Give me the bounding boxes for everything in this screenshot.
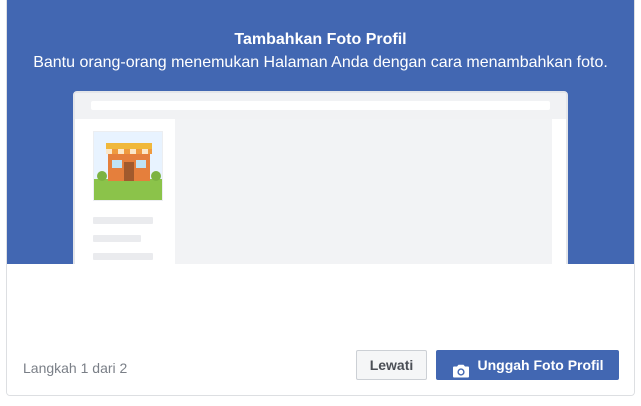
step-indicator: Langkah 1 dari 2 xyxy=(23,360,128,376)
placeholder-line xyxy=(93,253,153,260)
placeholder-line xyxy=(93,235,141,242)
dialog-subtitle: Bantu orang-orang menemukan Halaman Anda… xyxy=(33,54,608,71)
skip-button[interactable]: Lewati xyxy=(356,350,427,380)
storefront-icon xyxy=(93,131,163,201)
preview-cover-area xyxy=(175,119,552,265)
camera-icon xyxy=(452,358,470,378)
add-profile-photo-dialog: Tambahkan Foto Profil Bantu orang-orang … xyxy=(6,0,635,396)
upload-profile-photo-button[interactable]: Unggah Foto Profil xyxy=(436,350,619,380)
dialog-title: Tambahkan Foto Profil xyxy=(234,31,407,48)
preview-search-bar xyxy=(91,101,550,110)
dialog-footer: Langkah 1 dari 2 Lewati Unggah Foto Prof… xyxy=(7,264,634,395)
upload-button-label: Unggah Foto Profil xyxy=(477,357,604,373)
skip-button-label: Lewati xyxy=(369,357,414,373)
placeholder-line xyxy=(93,217,153,224)
preview-topbar xyxy=(75,93,566,119)
